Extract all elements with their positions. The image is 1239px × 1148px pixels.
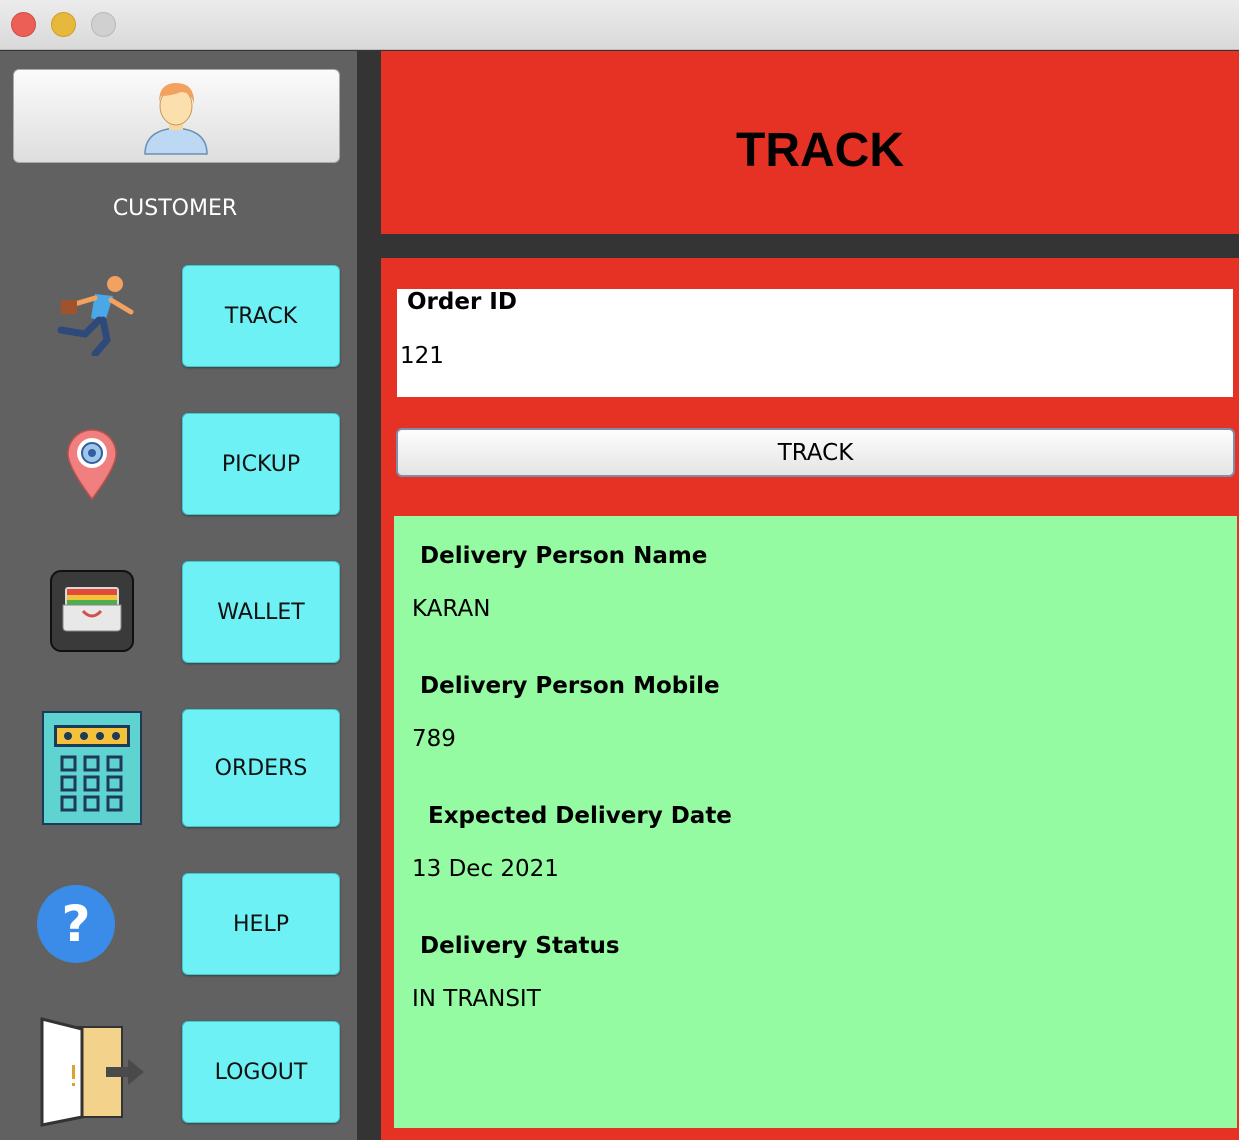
nav-orders-button[interactable]: ORDERS xyxy=(182,709,340,827)
nav-wallet-button[interactable]: WALLET xyxy=(182,561,340,663)
close-window-button[interactable] xyxy=(11,12,36,37)
title-bar xyxy=(0,0,1239,50)
app-window: CUSTOMER TRACK PICKUP WALLET ORDERS ? HE… xyxy=(0,0,1239,1140)
delivery-person-mobile-label: Delivery Person Mobile xyxy=(420,673,720,699)
runner-icon xyxy=(57,276,134,356)
delivery-status-label: Delivery Status xyxy=(420,933,620,959)
expected-delivery-date-label: Expected Delivery Date xyxy=(428,803,732,829)
track-button[interactable]: TRACK xyxy=(396,428,1235,477)
svg-text:?: ? xyxy=(61,895,90,953)
delivery-details-panel: Delivery Person Name KARAN Delivery Pers… xyxy=(394,516,1237,1128)
track-form-panel: Order ID TRACK Delivery Person Name KARA… xyxy=(381,258,1239,1140)
order-id-label: Order ID xyxy=(407,289,517,315)
order-id-input[interactable] xyxy=(400,343,1200,369)
nav-logout-button[interactable]: LOGOUT xyxy=(182,1021,340,1123)
exit-door-icon xyxy=(40,1017,144,1127)
page-header: TRACK xyxy=(381,51,1239,234)
expected-delivery-date-value: 13 Dec 2021 xyxy=(412,856,559,882)
nav-track-button[interactable]: TRACK xyxy=(182,265,340,367)
calculator-icon xyxy=(42,711,142,825)
delivery-person-mobile-value: 789 xyxy=(412,726,456,752)
delivery-person-name-value: KARAN xyxy=(412,596,491,622)
nav-help-button[interactable]: HELP xyxy=(182,873,340,975)
help-icon: ? xyxy=(37,885,115,963)
profile-button[interactable] xyxy=(13,69,340,163)
main-content: TRACK Order ID TRACK Delivery Person Nam… xyxy=(381,51,1239,1140)
order-id-field[interactable]: Order ID xyxy=(397,289,1233,397)
location-pin-icon xyxy=(67,429,117,501)
wallet-icon xyxy=(50,570,134,652)
delivery-person-name-label: Delivery Person Name xyxy=(420,543,708,569)
nav-pickup-button[interactable]: PICKUP xyxy=(182,413,340,515)
sidebar: CUSTOMER TRACK PICKUP WALLET ORDERS ? HE… xyxy=(0,51,357,1140)
minimize-window-button[interactable] xyxy=(51,12,76,37)
delivery-status-value: IN TRANSIT xyxy=(412,986,541,1012)
page-title: TRACK xyxy=(736,124,904,177)
user-avatar-icon xyxy=(144,83,208,155)
maximize-window-button[interactable] xyxy=(91,12,116,37)
role-label: CUSTOMER xyxy=(112,196,238,221)
